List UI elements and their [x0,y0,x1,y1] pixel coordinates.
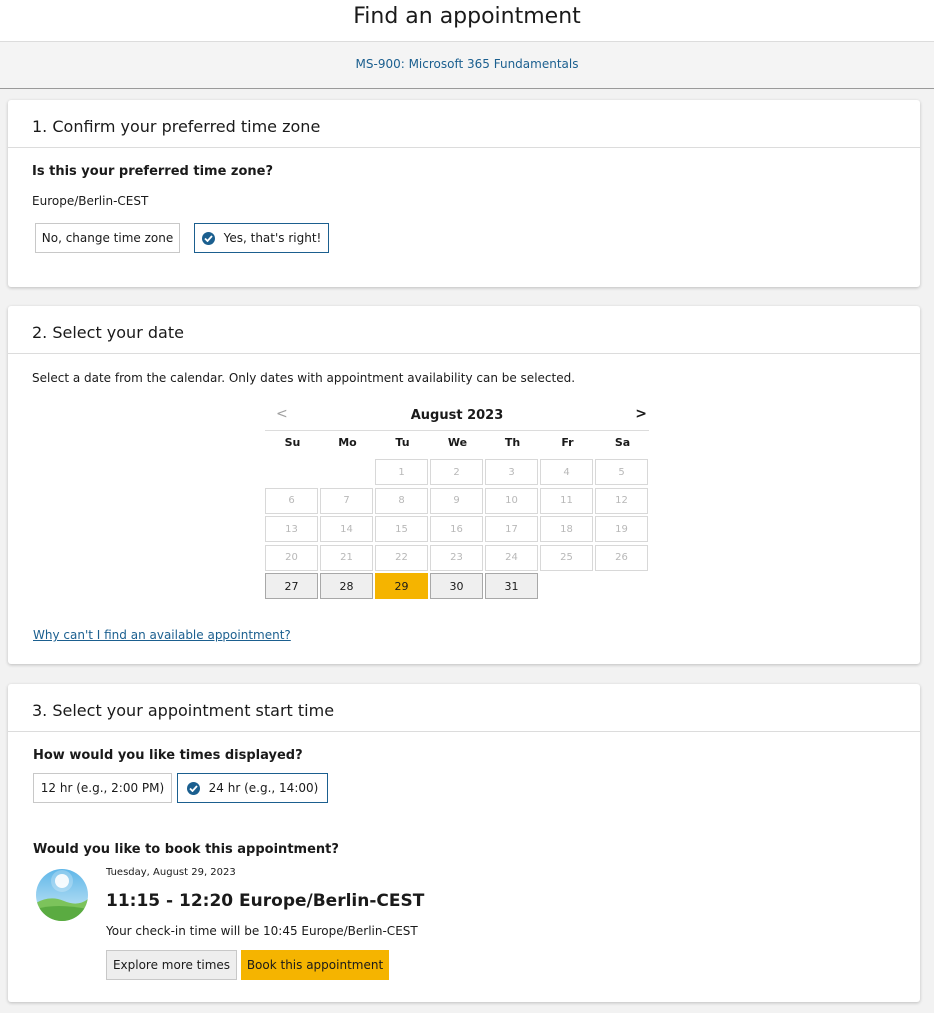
change-timezone-button[interactable]: No, change time zone [35,223,180,253]
date-card-title: 2. Select your date [8,306,920,354]
weekday-header: Tu [395,436,410,449]
timezone-value: Europe/Berlin-CEST [32,194,149,208]
calendar-day: 19 [595,516,648,542]
exam-link[interactable]: MS-900: Microsoft 365 Fundamentals [356,57,579,71]
calendar-day: 12 [595,487,648,514]
format-24hr-label: 24 hr (e.g., 14:00) [208,781,319,795]
confirm-timezone-label: Yes, that's right! [223,231,322,245]
sun-landscape-icon [36,869,88,921]
calendar-divider [265,430,649,431]
calendar-day-selected[interactable]: 29 [375,573,428,599]
format-24hr-button[interactable]: 24 hr (e.g., 14:00) [177,773,328,803]
check-circle-icon [186,781,200,795]
timezone-card-title: 1. Confirm your preferred time zone [8,100,920,148]
calendar-day: 4 [540,459,593,485]
confirm-timezone-button[interactable]: Yes, that's right! [194,223,329,253]
checkin-time: Your check-in time will be 10:45 Europe/… [106,924,418,938]
weekday-header: Su [284,436,301,449]
calendar-day[interactable]: 31 [485,573,538,599]
page-title: Find an appointment [353,4,581,29]
calendar-day: 22 [375,544,428,571]
calendar-nav: < August 2023 > [265,406,649,428]
date-instructions: Select a date from the calendar. Only da… [32,371,576,385]
time-format-question: How would you like times displayed? [33,748,303,763]
calendar-day[interactable]: 27 [265,573,318,599]
calendar-day: 3 [485,459,538,485]
calendar-day: 10 [485,487,538,514]
timezone-question: Is this your preferred time zone? [32,164,274,179]
calendar-day: 17 [485,516,538,542]
change-timezone-label: No, change time zone [41,231,174,245]
calendar-day: 18 [540,516,593,542]
calendar-day: 21 [320,544,373,571]
appointment-time: 11:15 - 12:20 Europe/Berlin-CEST [106,891,425,911]
date-card: 2. Select your date Select a date from t… [8,306,920,664]
calendar-day: 23 [430,544,483,571]
calendar-day: 9 [430,487,483,514]
calendar-day: 26 [595,544,648,571]
book-question: Would you like to book this appointment? [33,842,339,857]
calendar-day: 1 [375,459,428,485]
calendar-day[interactable]: 28 [320,573,373,599]
calendar-day[interactable]: 30 [430,573,483,599]
calendar-next-button[interactable]: > [635,406,647,422]
check-circle-icon [201,231,215,245]
page-header: Find an appointment [0,0,934,42]
calendar-day: 5 [595,459,648,485]
format-12hr-label: 12 hr (e.g., 2:00 PM) [40,781,165,795]
calendar-day: 20 [265,544,318,571]
calendar-day: 16 [430,516,483,542]
calendar-day: 13 [265,516,318,542]
calendar-day: 15 [375,516,428,542]
calendar-day: 6 [265,487,318,514]
explore-more-times-button[interactable]: Explore more times [106,950,237,980]
calendar: < August 2023 > Su Mo Tu We Th Fr Sa 1 2 3 4 5 6 7 8 9 1… [265,406,649,599]
book-appointment-button[interactable]: Book this appointment [241,950,389,980]
calendar-day: 2 [430,459,483,485]
weekday-header: Sa [614,436,631,449]
weekday-header: Fr [561,436,574,449]
time-card-title: 3. Select your appointment start time [8,684,920,732]
appointment-date: Tuesday, August 29, 2023 [106,867,236,878]
calendar-day: 24 [485,544,538,571]
exam-bar: MS-900: Microsoft 365 Fundamentals [0,42,934,89]
weekday-header: Th [504,436,521,449]
calendar-day: 14 [320,516,373,542]
explore-more-times-label: Explore more times [112,958,231,972]
format-12hr-button[interactable]: 12 hr (e.g., 2:00 PM) [33,773,172,803]
time-card: 3. Select your appointment start time Ho… [8,684,920,1002]
book-appointment-label: Book this appointment [246,958,384,972]
availability-help-link[interactable]: Why can't I find an available appointmen… [33,628,291,642]
timezone-card: 1. Confirm your preferred time zone Is t… [8,100,920,287]
calendar-day: 7 [320,487,373,514]
calendar-day: 8 [375,487,428,514]
weekday-header: We [447,436,468,449]
calendar-day: 11 [540,487,593,514]
weekday-header: Mo [338,436,357,449]
calendar-day: 25 [540,544,593,571]
calendar-month-label: August 2023 [410,408,504,423]
